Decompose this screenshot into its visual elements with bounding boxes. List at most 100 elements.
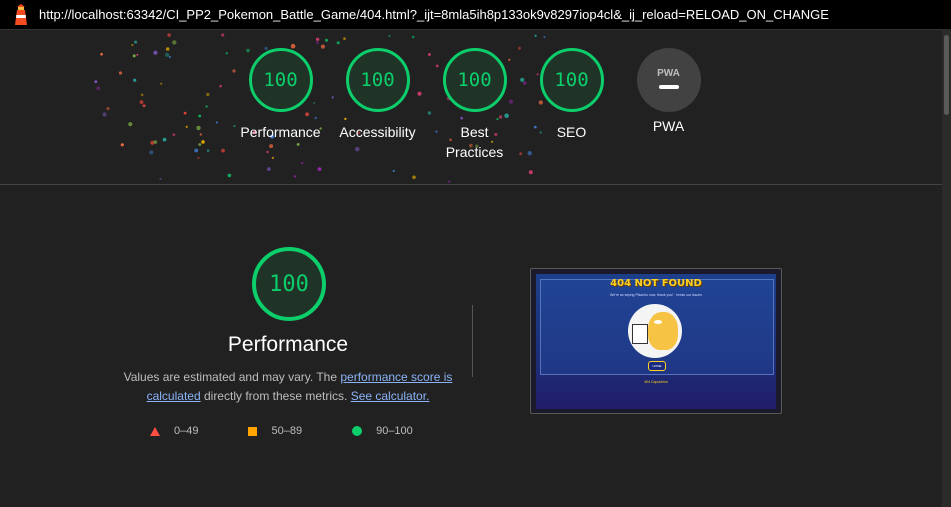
gauge-performance[interactable]: 100 Performance <box>232 48 329 162</box>
gauge-score: 100 <box>345 48 410 112</box>
confetti-dot <box>96 86 100 90</box>
scores-header: 100 Performance 100 Accessibility 100 Be… <box>0 30 942 185</box>
address-bar-url[interactable]: http://localhost:63342/CI_PP2_Pokemon_Ba… <box>39 7 829 22</box>
final-screenshot[interactable]: 404 NOT FOUND We're as wiping Pikachu no… <box>530 268 782 414</box>
confetti-dot <box>160 82 163 85</box>
confetti-dot <box>227 173 232 178</box>
confetti-dot <box>106 107 110 111</box>
description-text: Values are estimated and may vary. The <box>123 370 341 384</box>
confetti-dot <box>266 167 271 172</box>
confetti-dot <box>301 162 304 165</box>
gauge-accessibility[interactable]: 100 Accessibility <box>329 48 426 162</box>
gauge-pwa[interactable]: PWA PWA <box>620 48 717 162</box>
confetti-dot <box>201 140 205 144</box>
confetti-dot <box>343 37 346 40</box>
section-divider <box>472 305 473 377</box>
confetti-dot <box>165 47 170 51</box>
confetti-dot <box>136 53 139 56</box>
legend-range: 50–89 <box>271 425 303 437</box>
confetti-dot <box>132 54 136 58</box>
pwa-dash-icon <box>658 84 679 89</box>
confetti-dot <box>197 156 200 160</box>
duck-icon <box>648 312 678 350</box>
confetti-dot <box>388 35 391 38</box>
confetti-dot <box>315 37 320 41</box>
confetti-dot <box>172 40 177 45</box>
gauge-score: 100 <box>442 48 507 112</box>
gauge-label: Performance <box>240 124 321 140</box>
confetti-dot <box>196 125 201 131</box>
pass-circle-icon <box>352 426 363 436</box>
screenshot-footer: 404 Capuchino <box>644 380 668 384</box>
gauge-best-practices[interactable]: 100 Best Practices <box>426 48 523 162</box>
average-square-icon <box>248 426 258 436</box>
confetti-dot <box>172 133 176 137</box>
confetti-dot <box>120 143 124 147</box>
vertical-scrollbar[interactable] <box>942 29 951 507</box>
confetti-dot <box>448 180 451 183</box>
legend-range: 0–49 <box>174 425 199 437</box>
confetti-dot <box>392 169 395 173</box>
confetti-dot <box>317 167 322 172</box>
pwa-badge-text: PWA <box>657 67 680 79</box>
confetti-dot <box>118 71 123 75</box>
gauge-score: 100 <box>248 48 313 112</box>
fail-triangle-icon <box>150 426 160 436</box>
gauge-label: SEO <box>556 124 587 140</box>
confetti-dot <box>219 84 222 88</box>
confetti-dot <box>142 104 146 108</box>
confetti-dot <box>534 34 537 37</box>
pwa-badge-icon: PWA <box>636 48 701 112</box>
confetti-dot <box>131 43 134 47</box>
screenshot-title: 404 NOT FOUND <box>610 278 702 289</box>
confetti-dot <box>528 170 533 175</box>
confetti-dot <box>185 125 188 128</box>
browser-toolbar: http://localhost:63342/CI_PP2_Pokemon_Ba… <box>0 0 951 30</box>
score-gauges: 100 Performance 100 Accessibility 100 Be… <box>232 48 717 162</box>
gauge-label: PWA <box>652 118 685 134</box>
confetti-dot <box>165 52 170 57</box>
gauge-label: Accessibility <box>339 124 416 140</box>
duck-eye-icon <box>654 320 662 324</box>
confetti-dot <box>134 40 138 44</box>
screenshot-subtitle: We're as wiping Pikachu now, thank you! … <box>609 293 703 297</box>
confetti-dot <box>183 111 187 115</box>
confetti-dot <box>221 33 225 37</box>
confetti-dot <box>153 50 158 55</box>
scrollbar-thumb[interactable] <box>944 35 949 115</box>
legend-range: 90–100 <box>376 425 413 437</box>
lighthouse-icon <box>15 3 27 25</box>
confetti-dot <box>194 148 199 153</box>
confetti-dot <box>293 175 297 178</box>
confetti-dot <box>221 148 225 153</box>
confetti-dot <box>206 92 210 97</box>
confetti-dot <box>102 112 107 117</box>
confetti-dot <box>162 137 167 142</box>
confetti-dot <box>412 175 416 180</box>
gauge-label: Best Practices <box>445 124 504 160</box>
confetti-dot <box>543 36 546 39</box>
performance-section: 100 Performance Values are estimated and… <box>0 185 942 507</box>
confetti-dot <box>167 33 171 37</box>
confetti-dot <box>128 122 133 127</box>
performance-title: Performance <box>227 333 349 356</box>
confetti-dot <box>149 150 154 155</box>
description-text: directly from these metrics. <box>200 389 351 403</box>
confetti-dot <box>159 177 162 180</box>
gauge-seo[interactable]: 100 SEO <box>523 48 620 162</box>
legend-average: 50–89 <box>248 425 302 437</box>
see-calculator-link[interactable]: See calculator. <box>351 389 430 403</box>
score-legend: 0–49 50–89 90–100 <box>150 425 463 437</box>
legend-fail: 0–49 <box>150 425 198 437</box>
screenshot-page: 404 NOT FOUND We're as wiping Pikachu no… <box>536 274 776 409</box>
psyduck-image <box>628 304 682 358</box>
confetti-dot <box>94 80 98 84</box>
confetti-dot <box>215 121 218 124</box>
screenshot-home-button: HOME <box>648 361 666 371</box>
confetti-dot <box>205 105 208 108</box>
confetti-dot <box>139 100 144 105</box>
confetti-dot <box>198 114 202 118</box>
confetti-dot <box>206 149 210 152</box>
confetti-dot <box>199 133 202 136</box>
confetti-dot <box>153 140 158 144</box>
